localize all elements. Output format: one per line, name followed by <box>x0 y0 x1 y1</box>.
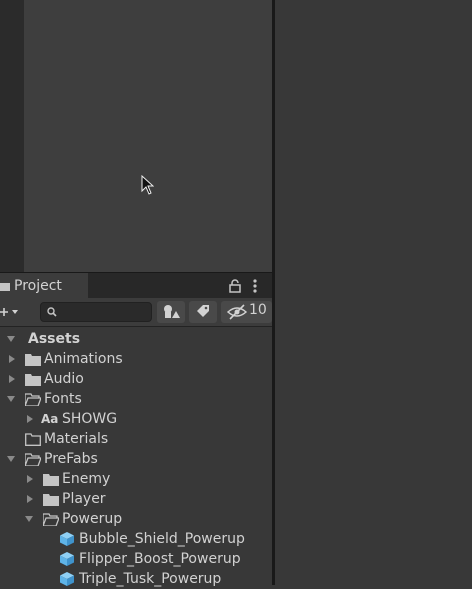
prefab-cube-icon <box>60 552 74 566</box>
expanded-arrow-icon[interactable] <box>7 396 15 402</box>
tree-item-prefab[interactable]: Bubble_Shield_Powerup <box>0 529 272 549</box>
collapsed-arrow-icon[interactable] <box>27 415 33 423</box>
collapsed-arrow-icon[interactable] <box>9 375 15 383</box>
tree-item-enemy[interactable]: Enemy <box>0 469 272 489</box>
folder-icon <box>43 494 59 506</box>
folder-icon <box>25 433 41 446</box>
tree-item-player[interactable]: Player <box>0 489 272 509</box>
lock-icon[interactable] <box>229 279 241 293</box>
tab-project-label: Project <box>14 277 62 294</box>
open-folder-icon <box>25 393 41 406</box>
tree-item-label: Fonts <box>44 391 82 407</box>
tab-project[interactable]: Project <box>0 273 88 298</box>
filter-by-type-button[interactable] <box>157 301 185 323</box>
collapsed-arrow-icon[interactable] <box>27 475 33 483</box>
filter-by-label-button[interactable] <box>189 301 217 323</box>
tree-item-assets[interactable]: Assets <box>0 329 272 349</box>
search-icon <box>47 307 57 317</box>
inspector-pane <box>275 0 472 585</box>
folder-icon <box>25 354 41 366</box>
tree-item-label: PreFabs <box>44 451 98 467</box>
tree-item-materials[interactable]: Materials <box>0 429 272 449</box>
tree-item-label: Player <box>62 491 106 507</box>
open-folder-icon <box>43 513 59 526</box>
collapsed-arrow-icon[interactable] <box>27 495 33 503</box>
prefab-cube-icon <box>60 532 74 546</box>
tree-item-animations[interactable]: Animations <box>0 349 272 369</box>
folder-icon <box>0 282 10 291</box>
tree-item-label: Enemy <box>62 471 111 487</box>
project-tabbar: Project <box>0 273 272 298</box>
collapsed-arrow-icon[interactable] <box>9 355 15 363</box>
project-toolbar: 10 <box>0 298 272 327</box>
hierarchy-strip <box>0 0 24 272</box>
expanded-arrow-icon[interactable] <box>7 336 15 342</box>
add-button[interactable] <box>0 301 26 323</box>
tree-item-label: Assets <box>28 331 81 347</box>
tree-item-label: Flipper_Boost_Powerup <box>79 551 241 567</box>
tree-item-label: Animations <box>44 351 123 367</box>
project-window: Project 10 Assets Animations Audio Fonts… <box>0 272 272 589</box>
expanded-arrow-icon[interactable] <box>25 516 33 522</box>
tree-item-powerup[interactable]: Powerup <box>0 509 272 529</box>
eye-slash-icon <box>226 304 248 320</box>
tree-item-audio[interactable]: Audio <box>0 369 272 389</box>
shapes-icon <box>164 305 180 318</box>
tree-item-label: Powerup <box>62 511 123 527</box>
mouse-cursor-icon <box>141 175 154 195</box>
expanded-arrow-icon[interactable] <box>7 456 15 462</box>
hidden-count: 10 <box>249 302 267 318</box>
tree-item-prefab[interactable]: Triple_Tusk_Powerup <box>0 569 272 589</box>
more-menu-icon[interactable] <box>252 278 258 294</box>
font-icon: Aa <box>41 412 59 426</box>
tree-item-label: Audio <box>44 371 84 387</box>
open-folder-icon <box>25 453 41 466</box>
tree-item-fonts[interactable]: Fonts <box>0 389 272 409</box>
tree-item-showg[interactable]: Aa SHOWG <box>0 409 272 429</box>
tree-item-label: SHOWG <box>62 411 118 427</box>
tree-item-label: Materials <box>44 431 109 447</box>
scene-view[interactable] <box>24 0 272 272</box>
folder-icon <box>43 474 59 486</box>
tag-icon <box>197 305 209 317</box>
tree-item-prefab[interactable]: Flipper_Boost_Powerup <box>0 549 272 569</box>
search-input[interactable] <box>40 302 152 322</box>
folder-icon <box>25 374 41 386</box>
tree-item-prefabs[interactable]: PreFabs <box>0 449 272 469</box>
tree-item-label: Bubble_Shield_Powerup <box>79 531 245 547</box>
